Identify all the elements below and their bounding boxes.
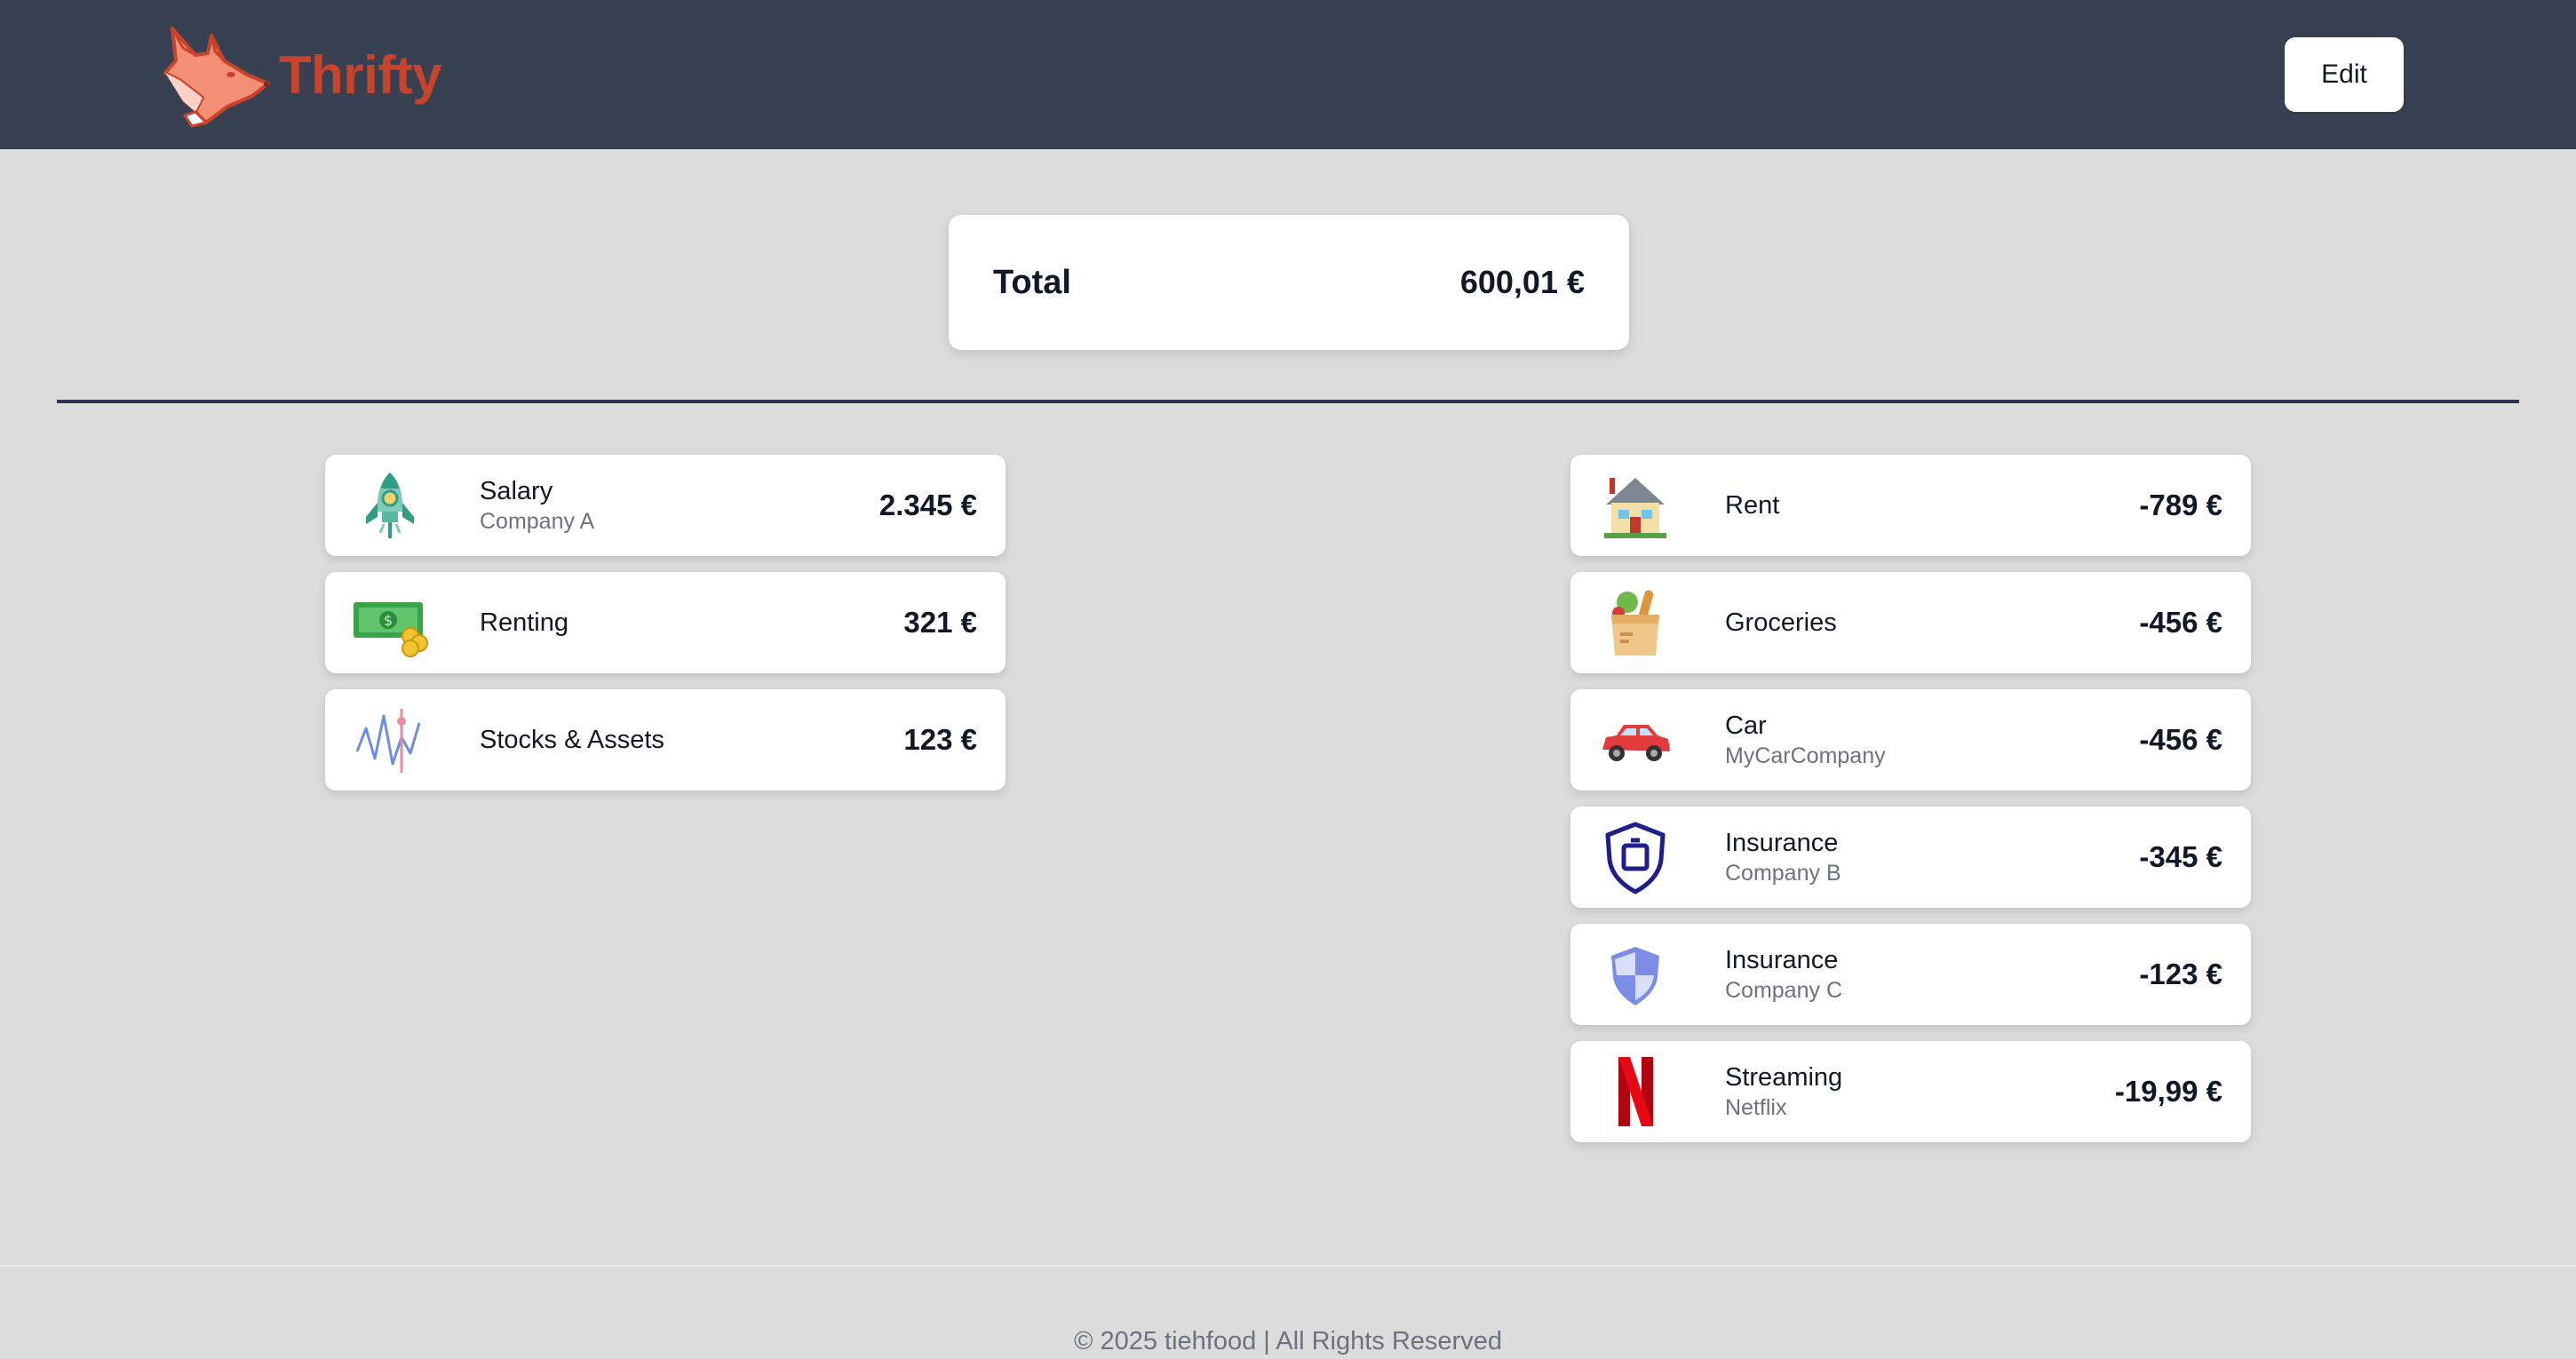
entry-title: Renting [480,608,568,637]
expense-item-insurance-b[interactable]: Insurance Company B -345 € [1570,807,2251,908]
brand[interactable]: Thrifty [156,21,442,128]
entry-amount: -456 € [2139,606,2222,639]
income-list: Salary Company A 2.345 € $ Renting 321 € [325,455,1006,807]
expense-item-streaming[interactable]: Streaming Netflix -19,99 € [1570,1041,2251,1142]
entry-title: Insurance [1725,829,1839,857]
entry-amount: -456 € [2139,723,2222,756]
total-value: 600,01 € [1459,264,1585,300]
entry-title: Streaming [1725,1063,1843,1092]
svg-text:$: $ [384,612,393,629]
grocery-bag-icon [1597,584,1674,661]
fox-logo-icon [163,27,270,128]
entry-subtitle: Company A [480,509,595,534]
rocket-icon [352,467,428,544]
expense-item-groceries[interactable]: Groceries -456 € [1570,572,2251,673]
entry-text: Streaming Netflix [1725,1061,2115,1122]
entry-amount: -19,99 € [2114,1075,2222,1108]
entry-text: Insurance Company B [1725,827,2139,887]
expense-list: Rent -789 € Groceries -456 € Car MyCarCo… [1570,455,2251,1158]
footer-copyright: © 2025 tiehfood | All Rights Reserved [1074,1327,1502,1355]
income-item-renting[interactable]: $ Renting 321 € [325,572,1006,673]
entry-amount: 2.345 € [879,489,977,521]
income-item-stocks[interactable]: Stocks & Assets 123 € [325,689,1006,791]
navbar: Thrifty Edit [0,0,2576,149]
shield-icon [1597,819,1674,895]
total-label: Total [993,263,1071,301]
entry-subtitle: Company B [1725,861,1841,886]
entry-amount: -123 € [2139,958,2222,990]
entry-title: Car [1725,711,1767,740]
entry-title: Salary [480,477,553,505]
entry-amount: 321 € [903,606,977,639]
app-name: Thrifty [279,44,442,105]
entry-text: Groceries [1725,607,2139,639]
income-item-salary[interactable]: Salary Company A 2.345 € [325,455,1006,556]
entry-text: Renting [480,607,903,639]
shield-half-icon [1597,936,1674,1013]
car-icon [1597,702,1674,778]
entry-text: Insurance Company C [1725,944,2139,1005]
footer: © 2025 tiehfood | All Rights Reserved [0,1265,2576,1359]
entry-subtitle: MyCarCompany [1725,743,1886,768]
entry-title: Insurance [1725,946,1839,974]
money-icon: $ [352,584,428,661]
netflix-icon [1597,1053,1674,1130]
entry-amount: -345 € [2139,840,2222,873]
stock-chart-icon [352,702,428,778]
expense-item-car[interactable]: Car MyCarCompany -456 € [1570,689,2251,791]
entry-amount: -789 € [2139,489,2222,521]
expense-item-insurance-c[interactable]: Insurance Company C -123 € [1570,924,2251,1025]
entry-text: Car MyCarCompany [1725,710,2139,770]
entry-text: Rent [1725,489,2139,521]
divider [57,400,2519,403]
expense-item-rent[interactable]: Rent -789 € [1570,455,2251,556]
edit-button[interactable]: Edit [2285,37,2404,112]
entry-title: Groceries [1725,608,1837,637]
entry-subtitle: Company C [1725,978,1842,1003]
total-card: Total 600,01 € [949,215,1629,350]
entry-text: Stocks & Assets [480,724,903,756]
entry-text: Salary Company A [480,475,879,536]
entry-title: Rent [1725,491,1780,520]
entry-subtitle: Netflix [1725,1095,1787,1120]
entry-amount: 123 € [903,723,977,756]
entry-title: Stocks & Assets [480,726,664,754]
house-icon [1597,467,1674,544]
